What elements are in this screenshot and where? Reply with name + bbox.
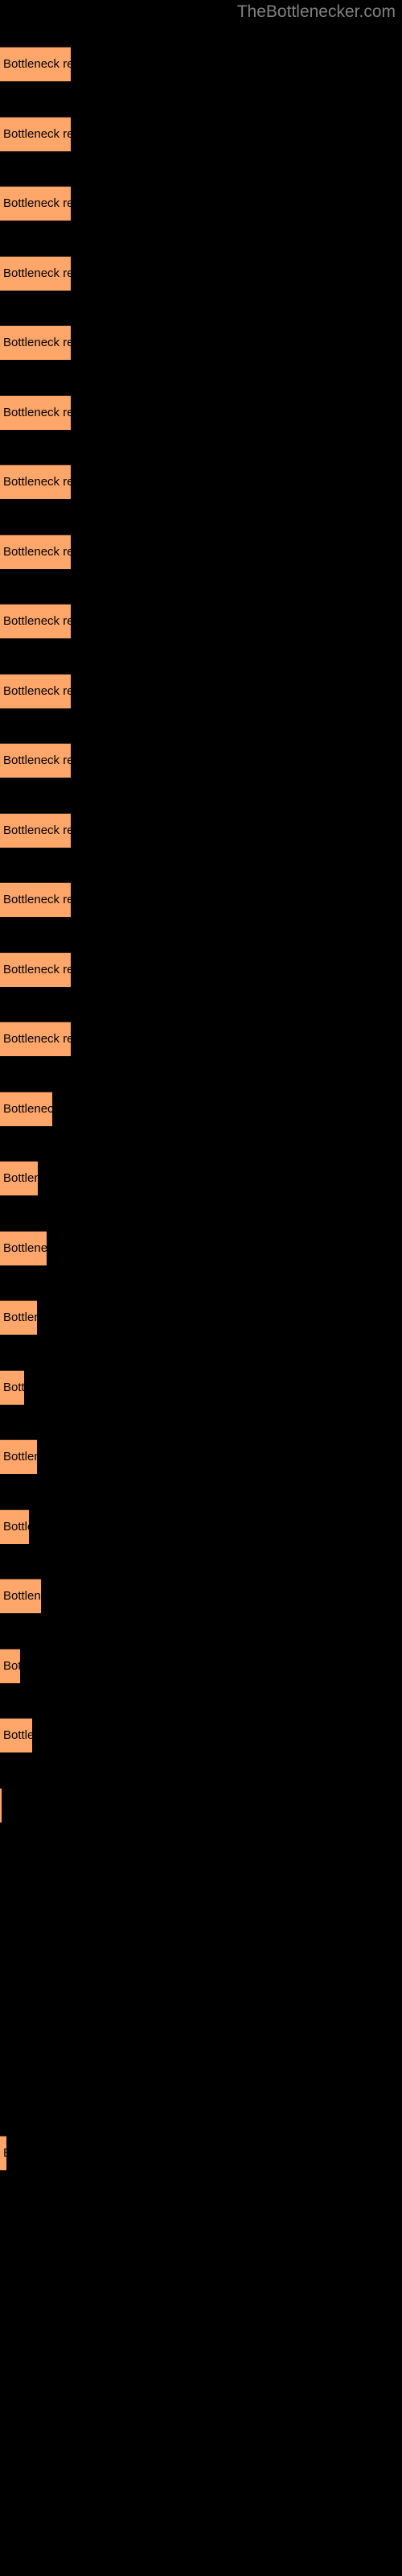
bar-label: Bottleneck result bbox=[3, 2136, 6, 2170]
bar-label: Bottleneck result bbox=[3, 336, 71, 349]
bar-clip: Bottleneck result bbox=[0, 325, 71, 360]
bar-label: Bottleneck result bbox=[3, 1659, 20, 1673]
bar-clip: Bottleneck result bbox=[0, 2136, 6, 2170]
bar-label: Bottleneck result bbox=[3, 196, 71, 210]
bar-clip: Bottleneck result bbox=[0, 1231, 47, 1265]
bar-label: Bottleneck result bbox=[3, 824, 71, 837]
bar-clip: Bottleneck result bbox=[0, 186, 71, 221]
bar-clip: Bottleneck result bbox=[0, 1788, 2, 1823]
bar-label: Bottleneck result bbox=[3, 57, 71, 71]
bar-label: Bottleneck result bbox=[3, 1381, 24, 1394]
bar-label: Bottleneck result bbox=[3, 406, 71, 419]
bar-label: Bottleneck result bbox=[3, 1450, 37, 1463]
bar-clip: Bottleneck result bbox=[0, 813, 71, 848]
bar-clip: Bottleneck result bbox=[0, 674, 71, 708]
bar-label: Bottleneck result bbox=[3, 963, 71, 976]
bar-label: Bottleneck result bbox=[3, 893, 71, 906]
bar-clip: Bottleneck result bbox=[0, 464, 71, 499]
bar-clip: Bottleneck result bbox=[0, 1092, 52, 1126]
bar-clip: Bottleneck result bbox=[0, 1300, 37, 1335]
bar-label: Bottleneck result bbox=[3, 127, 71, 141]
bar-clip: Bottleneck result bbox=[0, 952, 71, 987]
chart-page: TheBottlenecker.com Bottleneck resultBot… bbox=[0, 0, 402, 2576]
bar-label: Bottleneck result bbox=[3, 1728, 32, 1742]
bar-label: Bottleneck result bbox=[3, 1032, 71, 1046]
bar-chart-plot-area: Bottleneck result Bottleneck result Bottle… bbox=[0, 0, 402, 2576]
bar-clip: Bottleneck result bbox=[0, 882, 71, 917]
bar-clip: Bottleneck result bbox=[0, 1509, 29, 1544]
bar-clip: Bottleneck result bbox=[0, 1022, 71, 1056]
bar-label: Bottleneck result bbox=[3, 266, 71, 280]
bar-label: Bottleneck result bbox=[3, 1171, 38, 1185]
bar-clip: Bottleneck result bbox=[0, 604, 71, 638]
bar-label: Bottleneck result bbox=[3, 1241, 47, 1255]
bar-clip: Bottleneck result bbox=[0, 395, 71, 430]
bar-clip: Bottleneck result bbox=[0, 1439, 37, 1474]
bar-label: Bottleneck result bbox=[3, 475, 71, 489]
bar-clip: Bottleneck result bbox=[0, 1370, 24, 1405]
bar-clip: Bottleneck result bbox=[0, 1718, 32, 1752]
bar-label: Bottleneck result bbox=[3, 1589, 41, 1603]
bar-clip: Bottleneck result bbox=[0, 743, 71, 778]
bar-label: Bottleneck result bbox=[3, 1311, 37, 1324]
bar-label: Bottleneck result bbox=[3, 614, 71, 628]
bar-clip: Bottleneck result bbox=[0, 47, 71, 81]
bar-26[interactable] bbox=[0, 1788, 2, 1823]
bar-label: Bottleneck result bbox=[3, 1102, 52, 1116]
bar-label: Bottleneck result bbox=[3, 684, 71, 698]
bar-clip: Bottleneck result bbox=[0, 1161, 38, 1195]
bar-label: Bottleneck result bbox=[3, 545, 71, 559]
bar-label: Bottleneck result bbox=[3, 753, 71, 767]
bar-clip: Bottleneck result bbox=[0, 117, 71, 151]
bar-label: Bottleneck result bbox=[3, 1520, 29, 1534]
bar-clip: Bottleneck result bbox=[0, 256, 71, 291]
bar-clip: Bottleneck result bbox=[0, 535, 71, 569]
bar-clip: Bottleneck result bbox=[0, 1649, 20, 1683]
bar-clip: Bottleneck result bbox=[0, 1579, 41, 1613]
